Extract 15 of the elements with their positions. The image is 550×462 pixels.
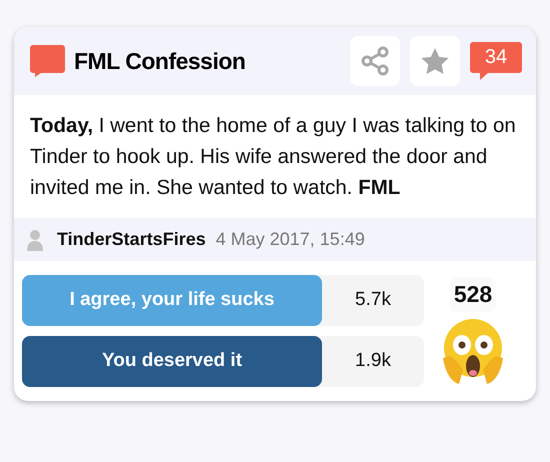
shocked-face-icon[interactable] (441, 318, 505, 384)
story-text: Today, I went to the home of a guy I was talking to on Tinder to hook up. His wife answered the door and invited me in. She wanted to watch. FML (29, 113, 517, 201)
user-icon (27, 228, 43, 250)
share-icon (361, 46, 389, 76)
author-name[interactable]: TinderStartsFires (57, 226, 206, 253)
vote-count: 5.7k (314, 275, 424, 326)
speech-bubble-icon (30, 45, 65, 77)
share-button[interactable] (350, 36, 400, 86)
favorite-button[interactable] (410, 36, 460, 86)
reaction-count: 528 (450, 277, 496, 312)
vote-count: 1.9k (314, 336, 424, 387)
vote-button[interactable]: You deserved it (22, 336, 322, 387)
header-title: FML Confession (74, 46, 246, 76)
post-date: 4 May 2017, 15:49 (216, 228, 365, 251)
star-icon (421, 48, 449, 74)
